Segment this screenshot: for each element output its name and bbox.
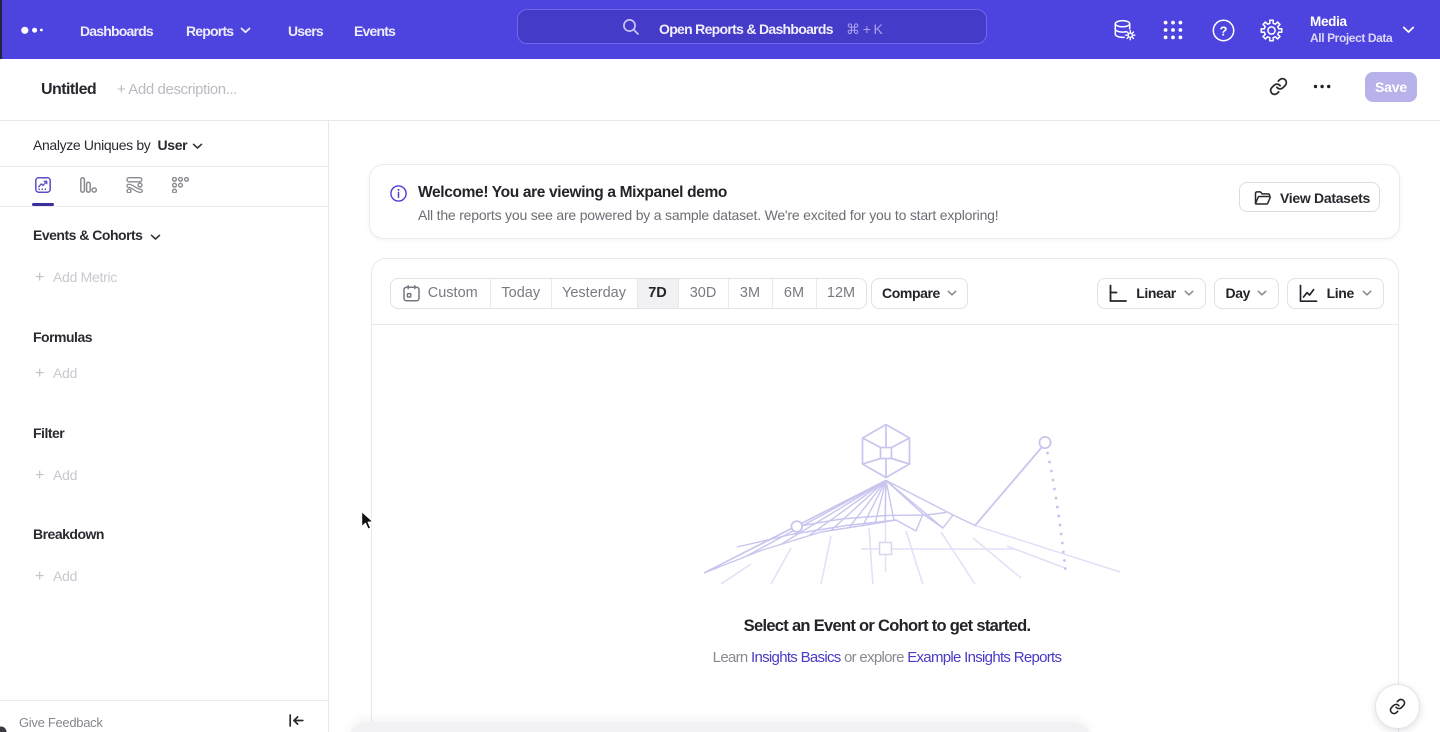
svg-text:?: ? xyxy=(1220,23,1228,38)
